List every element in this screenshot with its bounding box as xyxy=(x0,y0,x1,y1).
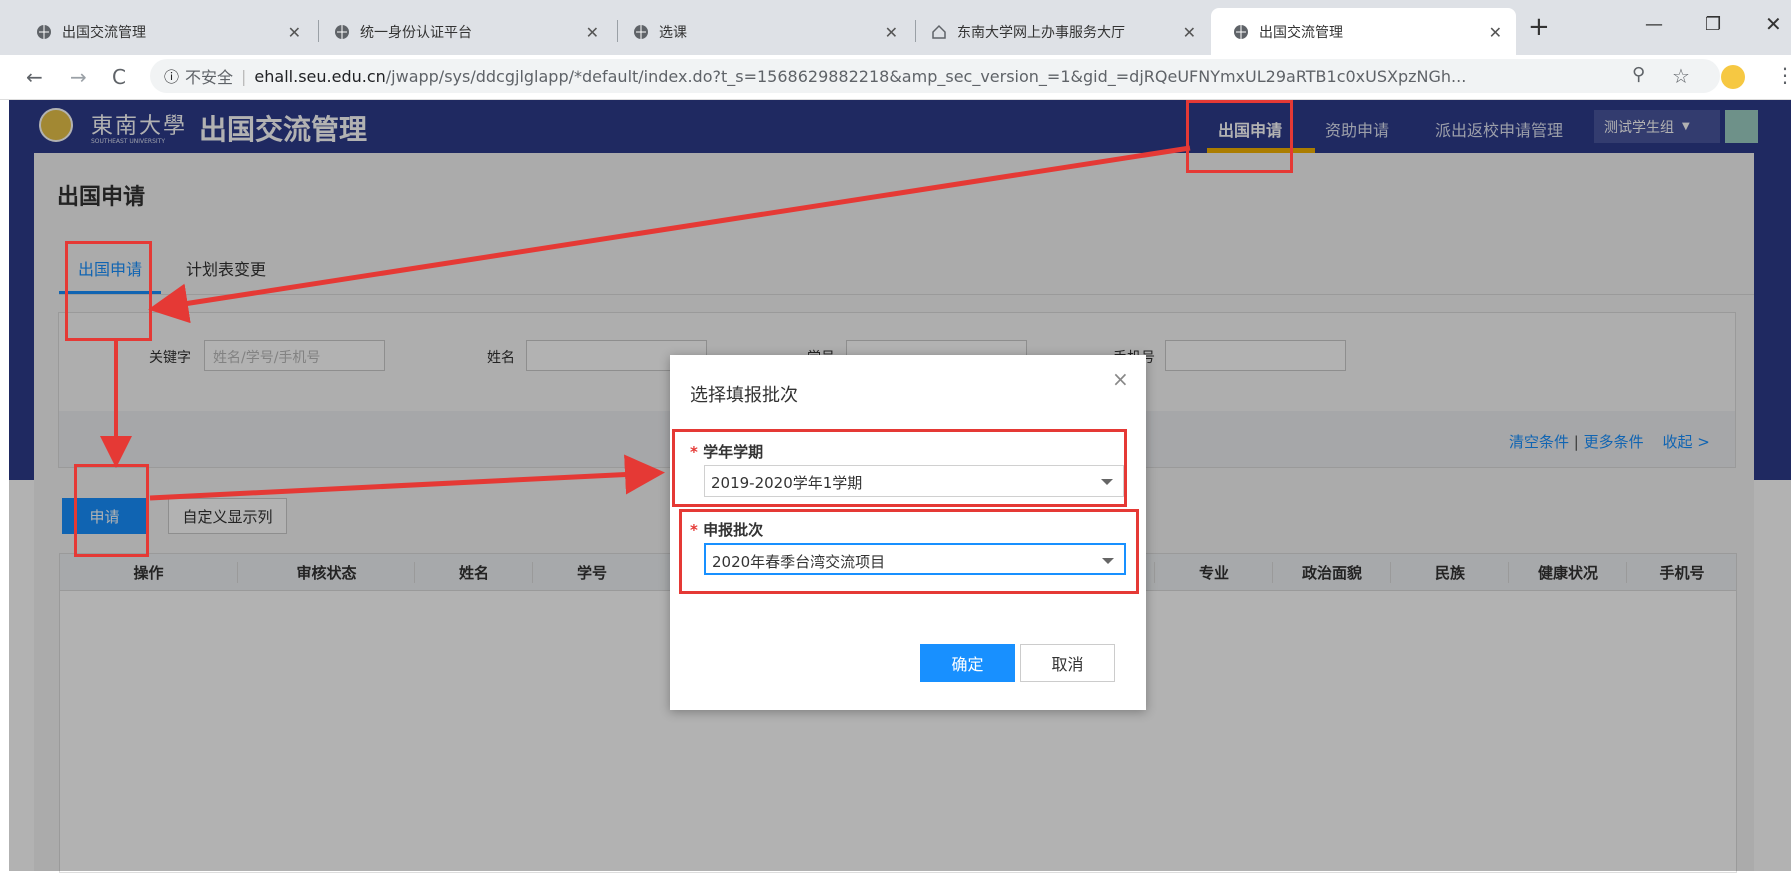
annotation-arrows xyxy=(100,145,1191,501)
arrow-apply-to-dialog xyxy=(149,454,665,501)
arrow-nav-to-tab xyxy=(148,145,1191,324)
